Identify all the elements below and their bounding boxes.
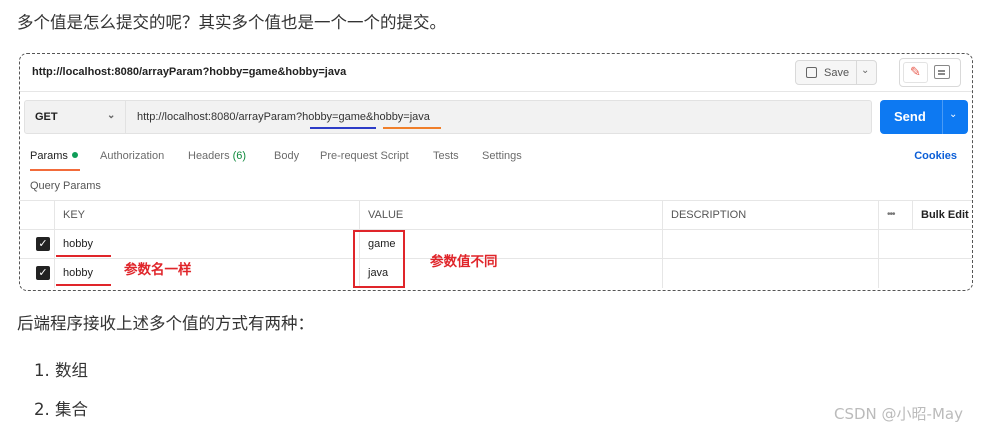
tab-authorization[interactable]: Authorization: [100, 150, 164, 162]
list-item: 1. 数组: [34, 361, 88, 380]
row-checkbox[interactable]: ✓: [36, 266, 50, 280]
tab-body[interactable]: Body: [274, 150, 299, 162]
list-item: 2. 集合: [34, 400, 88, 419]
row-checkbox[interactable]: ✓: [36, 237, 50, 251]
tab-headers-label: Headers: [188, 150, 230, 162]
method-label: GET: [35, 111, 58, 123]
row-actions-cell: [878, 230, 972, 259]
annotation-underline-key-1: [56, 255, 111, 257]
description-cell[interactable]: [662, 230, 878, 259]
annotation-underline-key-2: [56, 284, 111, 286]
tab-params[interactable]: Params: [30, 150, 78, 162]
query-params-title: Query Params: [30, 180, 101, 192]
tab-prerequest-script[interactable]: Pre-request Script: [320, 150, 409, 162]
request-tabs: Params Authorization Headers (6) Body Pr…: [20, 150, 972, 172]
underline-second-param: [383, 127, 441, 129]
tab-params-label: Params: [30, 150, 68, 162]
request-tab-bar: http://localhost:8080/arrayParam?hobby=g…: [20, 54, 972, 92]
more-options-icon[interactable]: •••: [878, 201, 912, 230]
tab-settings[interactable]: Settings: [482, 150, 522, 162]
tab-headers[interactable]: Headers (6): [188, 150, 246, 162]
cookies-link[interactable]: Cookies: [914, 150, 957, 162]
intro-paragraph: 多个值是怎么提交的呢？其实多个值也是一个一个的提交。: [17, 13, 446, 32]
chevron-down-icon[interactable]: ⌄: [861, 65, 869, 76]
annotation-different-value: 参数值不同: [430, 254, 498, 270]
table-header-row: KEY VALUE DESCRIPTION ••• Bulk Edit: [20, 200, 972, 230]
request-bar: GET ⌄ http://localhost:8080/arrayParam?h…: [24, 100, 872, 134]
view-mode-toggle: ✎: [899, 58, 961, 87]
underline-first-param: [310, 127, 376, 129]
watermark: CSDN @小昭-May: [834, 405, 963, 423]
url-input[interactable]: http://localhost:8080/arrayParam?hobby=g…: [137, 111, 430, 123]
documentation-icon[interactable]: [934, 65, 950, 79]
send-divider: [942, 100, 943, 134]
annotation-value-box: [353, 230, 405, 288]
method-select[interactable]: GET ⌄: [25, 101, 126, 133]
headers-count: (6): [232, 150, 247, 162]
row-actions-cell: [878, 259, 972, 288]
save-button[interactable]: Save ⌄: [795, 60, 877, 85]
column-key: KEY: [54, 201, 359, 230]
active-tab-underline: [30, 169, 80, 171]
bulk-edit-button[interactable]: Bulk Edit: [912, 201, 972, 230]
body-paragraph: 后端程序接收上述多个值的方式有两种：: [17, 314, 314, 333]
column-description: DESCRIPTION: [662, 201, 878, 230]
annotation-same-name: 参数名一样: [124, 262, 192, 278]
tab-tests[interactable]: Tests: [433, 150, 459, 162]
pencil-icon[interactable]: ✎: [903, 62, 928, 83]
send-button[interactable]: Send ⌄: [880, 100, 968, 134]
description-cell[interactable]: [662, 259, 878, 288]
send-label: Send: [894, 109, 926, 124]
save-label: Save: [824, 67, 850, 79]
request-tab-title[interactable]: http://localhost:8080/arrayParam?hobby=g…: [32, 66, 346, 78]
postman-screenshot: http://localhost:8080/arrayParam?hobby=g…: [19, 53, 973, 291]
save-icon: [806, 67, 817, 78]
save-divider: [856, 61, 857, 84]
chevron-down-icon[interactable]: ⌄: [949, 109, 957, 120]
chevron-down-icon: ⌄: [107, 110, 116, 121]
column-value: VALUE: [359, 201, 662, 230]
active-dot-icon: [71, 152, 78, 158]
